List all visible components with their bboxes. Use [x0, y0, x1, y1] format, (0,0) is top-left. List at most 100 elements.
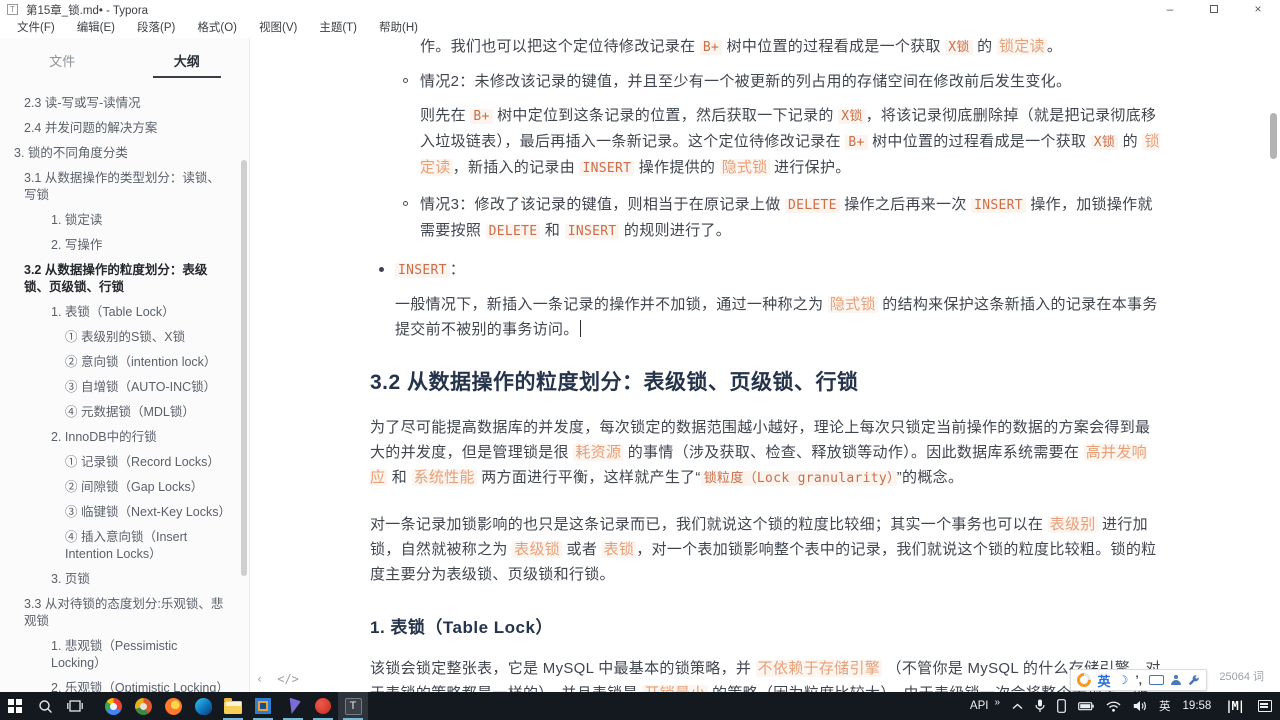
paragraph[interactable]: 该锁会锁定整张表，它是 MySQL 中最基本的锁策略，并 不依赖于存储引擎 （不…: [370, 656, 1162, 692]
tray-toolbar-label[interactable]: API: [964, 692, 995, 720]
paragraph[interactable]: 一般情况下，新插入一条记录的操作并不加锁，通过一种称之为 隐式锁 的结构来保护这…: [395, 292, 1162, 342]
maximize-button[interactable]: [1192, 0, 1236, 19]
outline-item[interactable]: 2. InnoDB中的行锁: [14, 429, 229, 446]
outline-item[interactable]: 3. 页锁: [14, 571, 229, 588]
outline-item[interactable]: 1. 锁定读: [14, 212, 229, 229]
tab-files[interactable]: 文件: [0, 38, 125, 76]
menu-item[interactable]: 文件(F): [6, 19, 66, 38]
tray-toolbar-expand[interactable]: »: [994, 692, 1006, 720]
taskbar-app-file-explorer[interactable]: [218, 692, 248, 720]
highlighted-term: 耗资源: [573, 444, 624, 461]
task-view-button[interactable]: [60, 692, 90, 720]
inline-code: B+: [699, 40, 723, 55]
outline-item[interactable]: 2. 写操作: [14, 237, 229, 254]
pen-input-icon[interactable]: |M|: [1217, 699, 1252, 713]
outline-item[interactable]: ① 记录锁（Record Locks）: [14, 454, 229, 471]
subsection-heading[interactable]: 1. 表锁（Table Lock）: [370, 615, 1162, 640]
menu-item[interactable]: 段落(P): [126, 19, 186, 38]
text-run: 或者: [562, 541, 602, 558]
taskbar-app-typora[interactable]: T: [338, 692, 368, 720]
menu-item[interactable]: 帮助(H): [368, 19, 429, 38]
menu-item[interactable]: 编辑(E): [66, 19, 126, 38]
outline-item[interactable]: 2.4 并发问题的解决方案: [14, 120, 229, 137]
list-item[interactable]: 情况2：未修改该记录的键值，并且至少有一个被更新的列占用的存储空间在修改前后发生…: [370, 69, 1162, 94]
outline-item[interactable]: ① 表级别的S锁、X锁: [14, 329, 229, 346]
circle-bullet-icon: [403, 78, 408, 83]
punctuation-mode-icon[interactable]: ’,: [1135, 673, 1142, 687]
taskbar-app-chrome[interactable]: [98, 692, 128, 720]
outline-item[interactable]: ④ 元数据锁（MDL锁）: [14, 404, 229, 421]
file-explorer-icon: [224, 698, 242, 714]
clock[interactable]: 19:58: [1177, 692, 1218, 720]
hidden-icons-chevron[interactable]: [1006, 692, 1029, 720]
list-item-text: 情况3：修改了该记录的键值，则相当于在原记录上做 DELETE 操作之后再来一次…: [420, 196, 1153, 239]
night-mode-icon[interactable]: ☽: [1118, 673, 1129, 687]
volume-tray-icon[interactable]: [1127, 692, 1153, 720]
outline-item[interactable]: ③ 自增锁（AUTO-INC锁）: [14, 379, 229, 396]
menu-item[interactable]: 主题(T): [308, 19, 368, 38]
outline-item[interactable]: ② 意向锁（intention lock）: [14, 354, 229, 371]
menu-item[interactable]: 格式(O): [186, 19, 248, 38]
microphone-tray-icon[interactable]: [1029, 692, 1051, 720]
sidebar-scrollbar[interactable]: [241, 160, 247, 576]
taskbar-app-chrome-alt[interactable]: [128, 692, 158, 720]
paragraph[interactable]: 对一条记录加锁影响的也只是这条记录而已，我们就说这个锁的粒度比较细；其实一个事务…: [370, 512, 1162, 587]
settings-wrench-icon[interactable]: [1188, 674, 1200, 686]
outline-item[interactable]: 1. 表锁（Table Lock）: [14, 304, 229, 321]
document[interactable]: 作。我们也可以把这个定位待修改记录在 B+ 树中位置的过程看成是一个获取 X锁 …: [370, 38, 1162, 692]
text-run: 操作提供的: [634, 159, 720, 176]
outline-item[interactable]: 1. 悲观锁（Pessimistic Locking）: [14, 638, 229, 672]
chrome-alt-icon: [134, 697, 152, 715]
taskbar-app-thunder[interactable]: [278, 692, 308, 720]
section-heading[interactable]: 3.2 从数据操作的粒度划分：表级锁、页级锁、行锁: [370, 370, 1162, 395]
inline-code: B+: [470, 109, 493, 124]
paragraph-text: 该锁会锁定整张表，它是 MySQL 中最基本的锁策略，并 不依赖于存储引擎 （不…: [370, 660, 1161, 692]
list-item[interactable]: INSERT：: [370, 257, 1162, 283]
chevron-up-icon: [1012, 703, 1023, 709]
inline-code: INSERT: [579, 161, 635, 176]
taskbar-app-netease-music[interactable]: [308, 692, 338, 720]
wifi-tray-icon[interactable]: [1100, 692, 1127, 720]
document-scrollbar[interactable]: [1270, 113, 1277, 159]
phone-tray-icon[interactable]: [1051, 692, 1072, 720]
sidebar-collapse-button[interactable]: ‹: [256, 672, 263, 686]
paragraph[interactable]: 则先在 B+ 树中定位到这条记录的位置，然后获取一下记录的 X锁 ，将该记录彻底删…: [420, 103, 1162, 181]
ime-language-indicator[interactable]: 英: [1153, 692, 1177, 720]
minimize-button[interactable]: –: [1148, 0, 1192, 19]
tab-outline[interactable]: 大纲: [125, 38, 250, 76]
notification-center-button[interactable]: [1252, 692, 1278, 720]
highlighted-term: 不依赖于存储引擎: [755, 660, 883, 677]
edge-icon: [194, 697, 212, 715]
start-button[interactable]: [0, 692, 30, 720]
sogou-logo-icon[interactable]: [1073, 670, 1094, 690]
text-run: 和: [387, 469, 412, 486]
list-item-text: 情况2：未修改该记录的键值，并且至少有一个被更新的列占用的存储空间在修改前后发生…: [420, 73, 1071, 90]
word-count[interactable]: 25064 词: [1219, 668, 1264, 684]
source-mode-button[interactable]: </>: [277, 672, 299, 686]
account-icon[interactable]: [1171, 675, 1181, 685]
taskbar-app-snipping-tool[interactable]: [248, 692, 278, 720]
paragraph[interactable]: 作。我们也可以把这个定位待修改记录在 B+ 树中位置的过程看成是一个获取 X锁 …: [420, 38, 1162, 60]
battery-tray-icon[interactable]: [1072, 692, 1100, 720]
text-run: 进行保护。: [769, 159, 851, 176]
outline-item[interactable]: 3.1 从数据操作的类型划分：读锁、写锁: [14, 170, 229, 204]
ime-language-toggle[interactable]: 英: [1098, 671, 1111, 690]
search-button[interactable]: [30, 692, 60, 720]
soft-keyboard-icon[interactable]: [1149, 675, 1164, 685]
list-item[interactable]: 情况3：修改了该记录的键值，则相当于在原记录上做 DELETE 操作之后再来一次…: [370, 192, 1162, 244]
outline-item[interactable]: ② 间隙锁（Gap Locks）: [14, 479, 229, 496]
taskbar-app-edge[interactable]: [188, 692, 218, 720]
inline-code: 锁粒度（Lock granularity）: [700, 471, 897, 486]
circle-bullet-icon: [403, 201, 408, 206]
close-button[interactable]: ×: [1236, 0, 1280, 19]
outline-item[interactable]: 2. 乐观锁（Optimistic Locking）: [14, 680, 229, 692]
outline-item[interactable]: 3.2 从数据操作的粒度划分：表级锁、页级锁、行锁: [14, 262, 229, 296]
outline-item[interactable]: 2.3 读-写或写-读情况: [14, 95, 229, 112]
outline-item[interactable]: 3.3 从对待锁的态度划分:乐观锁、悲观锁: [14, 596, 229, 630]
menu-item[interactable]: 视图(V): [248, 19, 308, 38]
taskbar-app-firefox[interactable]: [158, 692, 188, 720]
outline-item[interactable]: ③ 临键锁（Next-Key Locks）: [14, 504, 231, 521]
outline-item[interactable]: 3. 锁的不同角度分类: [14, 145, 229, 162]
outline-item[interactable]: ④ 插入意向锁（Insert Intention Locks）: [14, 529, 229, 563]
paragraph[interactable]: 为了尽可能提高数据库的并发度，每次锁定的数据范围越小越好，理论上每次只锁定当前操…: [370, 415, 1162, 491]
